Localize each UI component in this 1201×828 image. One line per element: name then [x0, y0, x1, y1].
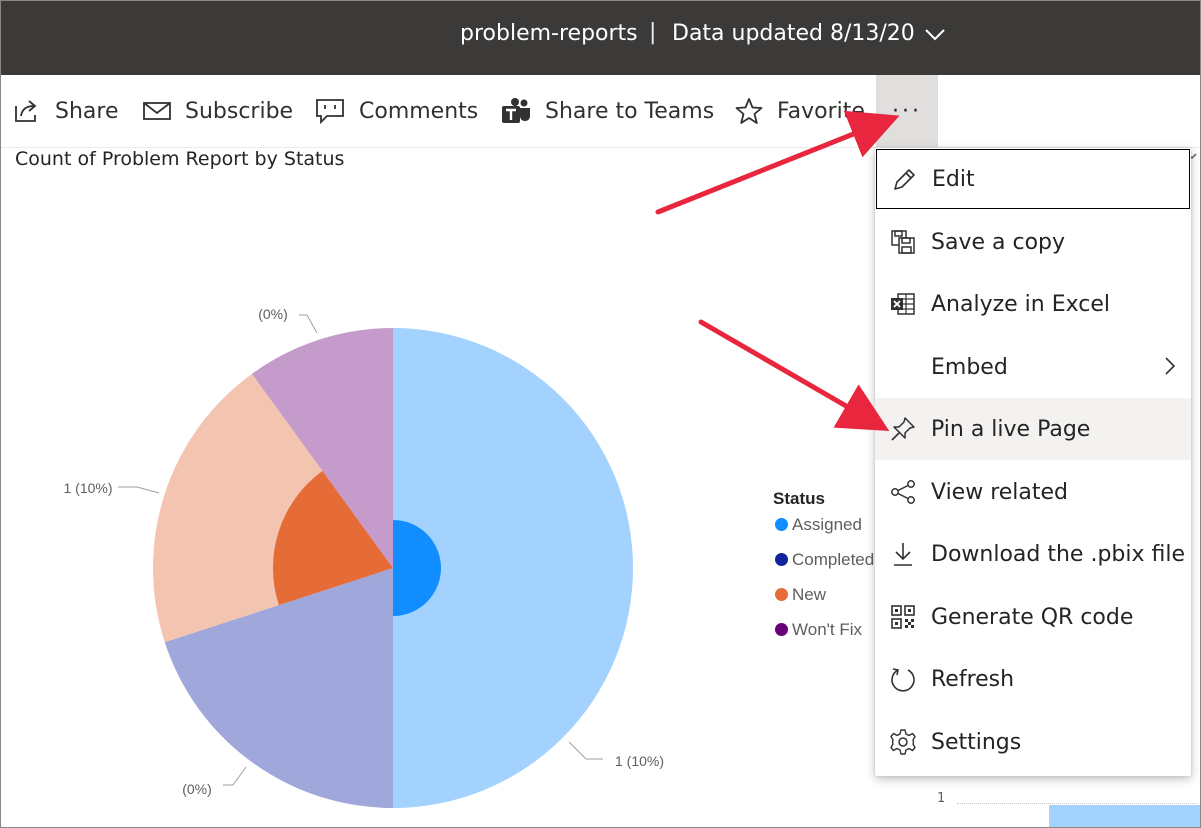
excel-icon [891, 293, 915, 315]
refresh-icon [891, 668, 915, 692]
favorite-button[interactable]: Favorite [735, 75, 865, 147]
comments-label: Comments [359, 98, 479, 124]
qr-code-icon [891, 605, 915, 629]
menu-item-label: Save a copy [931, 229, 1066, 255]
data-label: (0%) [258, 306, 288, 322]
star-icon [735, 98, 763, 124]
menu-item-settings[interactable]: Settings [875, 711, 1191, 773]
menu-item-pin-live-page[interactable]: Pin a live Page [875, 398, 1191, 460]
pencil-icon [894, 169, 915, 190]
chart-legend: Status Assigned Completed New Won't Fix [773, 489, 874, 655]
menu-item-label: View related [931, 479, 1069, 505]
share-label: Share [55, 98, 119, 124]
data-label-leader [568, 741, 603, 760]
menu-item-label: Download the .pbix file [931, 541, 1185, 567]
share-icon [15, 100, 37, 122]
ellipsis-icon: ··· [892, 98, 922, 124]
gear-icon [890, 729, 916, 755]
subscribe-button[interactable]: Subscribe [143, 75, 293, 147]
legend-label: Won't Fix [792, 620, 863, 639]
menu-item-label: Analyze in Excel [931, 291, 1111, 317]
more-options-menu: Edit Save a copy Analyze in Excel Embed … [875, 148, 1191, 776]
menu-item-save-a-copy[interactable]: Save a copy [875, 211, 1191, 273]
legend-dot [775, 623, 788, 636]
data-label-leader [118, 486, 160, 494]
menu-item-label: Settings [931, 729, 1022, 755]
legend-item[interactable]: New [773, 585, 874, 620]
share-button[interactable]: Share [13, 75, 119, 147]
report-header: problem-reports | Data updated 8/13/20 [1, 1, 1200, 75]
menu-item-generate-qr-code[interactable]: Generate QR code [875, 586, 1191, 648]
report-title[interactable]: problem-reports [460, 21, 638, 46]
action-toolbar: Share Subscribe Comments Share to Teams … [1, 75, 1200, 148]
header-separator: | [649, 20, 657, 45]
menu-item-label: Edit [932, 166, 975, 192]
legend-item[interactable]: Completed [773, 550, 874, 585]
app-window: problem-reports | Data updated 8/13/20 S… [0, 0, 1201, 828]
pie-chart[interactable]: 1 (10%) (0%) 1 (10%) (0%) [1, 147, 781, 827]
chevron-down-icon[interactable] [924, 28, 946, 42]
share-to-teams-button[interactable]: Share to Teams [501, 75, 714, 147]
data-label-leader [299, 314, 318, 334]
download-icon [894, 543, 912, 566]
menu-item-label: Embed [931, 354, 1008, 380]
teams-icon [502, 98, 530, 123]
comment-icon [316, 99, 344, 124]
menu-item-analyze-in-excel[interactable]: Analyze in Excel [875, 273, 1191, 335]
legend-item[interactable]: Assigned [773, 515, 874, 550]
data-label-leader [223, 766, 247, 786]
axis-tick-label: 1 [937, 791, 946, 806]
pin-icon [891, 417, 915, 441]
menu-item-label: Refresh [931, 666, 1015, 692]
more-options-button[interactable]: ··· [876, 75, 938, 147]
legend-dot [775, 588, 788, 601]
favorite-label: Favorite [777, 98, 865, 124]
mail-icon [143, 102, 171, 120]
menu-item-edit[interactable]: Edit [876, 149, 1190, 209]
legend-dot [775, 518, 788, 531]
legend-title: Status [773, 489, 825, 508]
legend-dot [775, 553, 788, 566]
legend-item[interactable]: Won't Fix [773, 620, 874, 655]
menu-item-download-pbix[interactable]: Download the .pbix file [875, 523, 1191, 585]
data-label: 1 (10%) [63, 480, 112, 496]
save-copy-icon [891, 230, 915, 254]
comments-button[interactable]: Comments [315, 75, 478, 147]
chevron-right-icon [1165, 357, 1176, 375]
menu-item-view-related[interactable]: View related [875, 461, 1191, 523]
menu-item-label: Pin a live Page [931, 416, 1091, 442]
data-label: (0%) [182, 781, 212, 797]
legend-label: Assigned [792, 515, 862, 534]
menu-item-label: Generate QR code [931, 604, 1134, 630]
menu-item-embed[interactable]: Embed [875, 336, 1191, 398]
legend-label: Completed [792, 550, 875, 569]
menu-item-refresh[interactable]: Refresh [875, 648, 1191, 710]
background-bar [1049, 805, 1200, 827]
share-to-teams-label: Share to Teams [545, 98, 715, 124]
subscribe-label: Subscribe [185, 98, 294, 124]
data-label: 1 (10%) [615, 753, 664, 769]
share-nodes-icon [891, 480, 915, 504]
data-updated-label[interactable]: Data updated 8/13/20 [672, 21, 915, 46]
gridline [957, 803, 1197, 804]
legend-label: New [792, 585, 827, 604]
